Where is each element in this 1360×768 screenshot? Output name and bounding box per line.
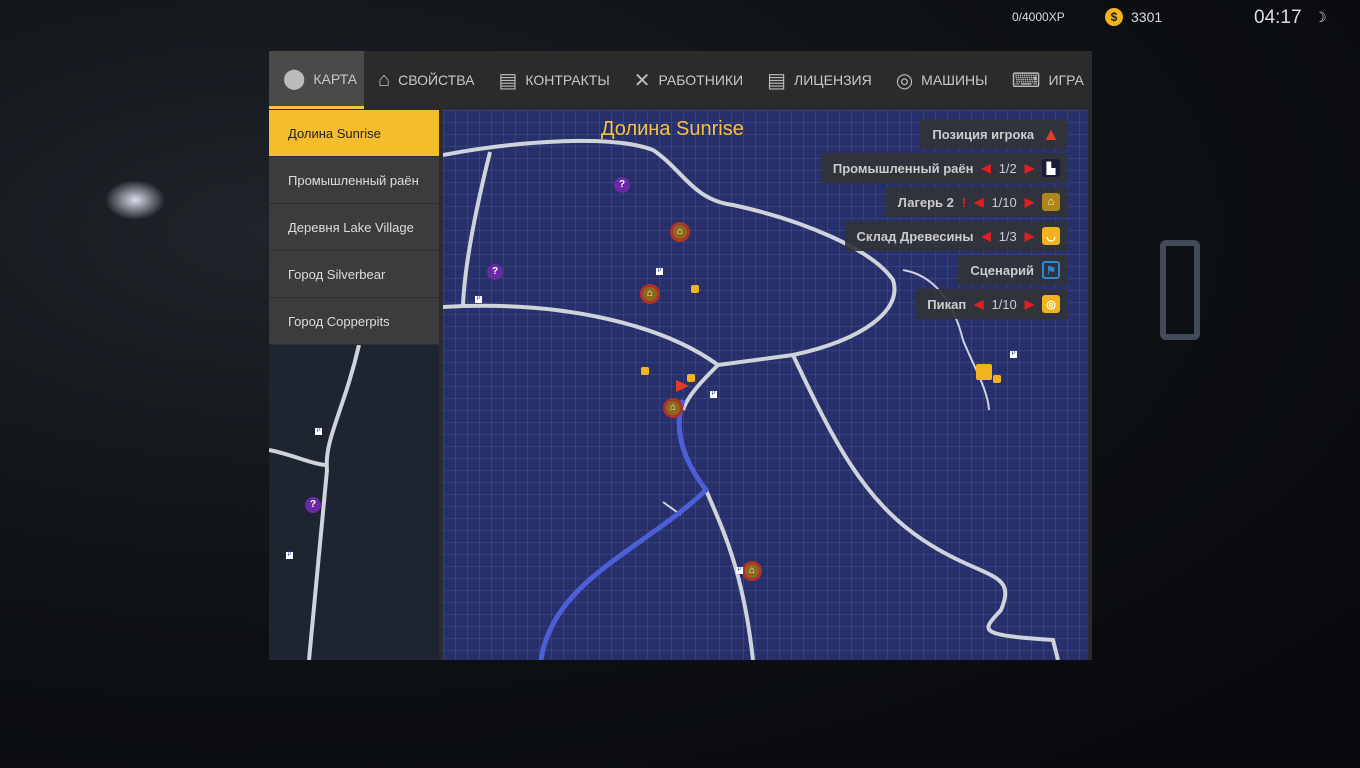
money-counter: 3301 — [1131, 9, 1163, 25]
xp-counter: 0/4000XP — [1012, 10, 1065, 24]
parking-marker[interactable]: P — [286, 552, 293, 559]
tab-vehicles[interactable]: ◎ МАШИНЫ — [882, 51, 998, 109]
coin-icon: $ — [1105, 8, 1123, 26]
house-icon: ⌂ — [378, 68, 391, 91]
legend-industrial: Промышленный раён ◀ 1/2 ▶ ▙ — [820, 153, 1068, 183]
region-item[interactable]: Промышленный раён — [269, 157, 439, 204]
legend-scenario[interactable]: Сценарий ⚑ — [958, 255, 1068, 285]
game-clock: 04:17 — [1254, 7, 1302, 28]
tab-license[interactable]: ▤ ЛИЦЕНЗИЯ — [753, 51, 882, 109]
tab-label: ЛИЦЕНЗИЯ — [794, 72, 872, 88]
menu-panel: ⬤ КАРТА ⌂ СВОЙСТВА ▤ КОНТРАКТЫ ✕ РАБОТНИКИ ▤… — [269, 51, 1092, 660]
legend-pickup: Пикап ◀ 1/10 ▶ ◎ — [915, 289, 1068, 319]
legend-count: 1/10 — [991, 194, 1017, 210]
question-marker[interactable]: ? — [487, 264, 503, 280]
prev-arrow-icon[interactable]: ◀ — [974, 297, 983, 311]
alert-icon: ! — [961, 194, 967, 210]
legend-lumber: Склад Древесины ◀ 1/3 ▶ ◡ — [844, 221, 1068, 251]
question-marker[interactable]: ? — [305, 497, 321, 513]
parking-marker[interactable]: P — [475, 296, 482, 303]
keyboard-icon: ⌨ — [1011, 69, 1041, 92]
basket-icon: ◡ — [1042, 227, 1060, 245]
map-title: Долина Sunrise — [601, 118, 744, 140]
tab-label: РАБОТНИКИ — [658, 72, 744, 88]
tab-workers[interactable]: ✕ РАБОТНИКИ — [620, 51, 753, 109]
legend-label: Лагерь 2 — [897, 194, 954, 210]
tab-label: МАШИНЫ — [921, 72, 988, 88]
moon-icon: ☽ — [1314, 9, 1327, 25]
house-marker[interactable]: ⌂ — [670, 222, 690, 242]
house-marker[interactable]: ⌂ — [663, 398, 683, 418]
player-arrow — [676, 380, 689, 392]
pickup-marker[interactable] — [691, 285, 699, 293]
house-marker[interactable]: ⌂ — [640, 284, 660, 304]
legend-label: Промышленный раён — [832, 160, 974, 176]
pickup-marker[interactable] — [993, 375, 1001, 383]
steering-wheel-icon: ◎ — [895, 69, 914, 92]
prev-arrow-icon[interactable]: ◀ — [981, 161, 990, 175]
steering-wheel-icon: ◎ — [1042, 295, 1060, 313]
parking-marker[interactable]: P — [656, 268, 663, 275]
tools-icon: ✕ — [633, 69, 651, 92]
parking-marker[interactable]: P — [1010, 351, 1017, 358]
tab-label: КОНТРАКТЫ — [525, 72, 610, 88]
next-arrow-icon[interactable]: ▶ — [1025, 195, 1034, 209]
player-arrow-icon: ▲ — [1042, 123, 1060, 144]
parking-marker[interactable]: P — [710, 391, 717, 398]
region-item[interactable]: Город Silverbear — [269, 251, 439, 298]
next-arrow-icon[interactable]: ▶ — [1025, 297, 1034, 311]
tab-label: СВОЙСТВА — [398, 72, 475, 88]
parking-marker[interactable]: P — [315, 428, 322, 435]
house-marker[interactable]: ⌂ — [742, 561, 762, 581]
pickup-marker[interactable] — [641, 367, 649, 375]
legend-count: 1/10 — [991, 296, 1017, 312]
tab-bar: ⬤ КАРТА ⌂ СВОЙСТВА ▤ КОНТРАКТЫ ✕ РАБОТНИКИ ▤… — [269, 51, 1092, 109]
region-item[interactable]: Деревня Lake Village — [269, 204, 439, 251]
tab-properties[interactable]: ⌂ СВОЙСТВА — [364, 51, 484, 109]
prev-arrow-icon[interactable]: ◀ — [974, 195, 983, 209]
prev-arrow-icon[interactable]: ◀ — [981, 229, 990, 243]
tab-label: ИГРА — [1048, 72, 1084, 88]
next-arrow-icon[interactable]: ▶ — [1025, 161, 1034, 175]
question-marker[interactable]: ? — [614, 177, 630, 193]
legend-label: Позиция игрока — [932, 126, 1035, 142]
map-pin-icon: ⬤ — [283, 68, 306, 90]
legend-count: 1/3 — [998, 228, 1017, 244]
industrial-icon: ▙ — [1042, 159, 1060, 177]
tab-map[interactable]: ⬤ КАРТА — [269, 51, 364, 109]
notebook-icon: ▤ — [767, 69, 787, 92]
region-item[interactable]: Город Copperpits — [269, 298, 439, 345]
tab-contracts[interactable]: ▤ КОНТРАКТЫ — [484, 51, 619, 109]
legend-count: 1/2 — [998, 160, 1017, 176]
legend-label: Склад Древесины — [856, 228, 974, 244]
legend-player-position[interactable]: Позиция игрока ▲ — [920, 119, 1068, 149]
lumber-marker[interactable] — [976, 364, 992, 380]
region-list: Долина Sunrise Промышленный раён Деревня… — [269, 110, 439, 345]
region-item[interactable]: Долина Sunrise — [269, 110, 439, 157]
notebook-icon: ▤ — [498, 69, 518, 92]
tab-game[interactable]: ⌨ ИГРА — [998, 51, 1094, 109]
map-view[interactable]: Долина Sunrise ? ? ⌂ ⌂ ⌂ ⌂ P P P P P Поз… — [443, 110, 1088, 660]
legend-label: Пикап — [927, 296, 967, 312]
legend-camp: Лагерь 2 ! ◀ 1/10 ▶ ⌂ — [885, 187, 1068, 217]
minimap-side: ? P P Долина Sunrise Промышленный раён Д… — [269, 110, 439, 660]
legend-label: Сценарий — [970, 262, 1034, 278]
next-arrow-icon[interactable]: ▶ — [1025, 229, 1034, 243]
house-icon: ⌂ — [1042, 193, 1060, 211]
tab-label: КАРТА — [313, 70, 358, 87]
parking-marker[interactable]: P — [736, 567, 743, 574]
pickup-marker[interactable] — [687, 374, 695, 382]
flag-icon: ⚑ — [1042, 261, 1060, 279]
